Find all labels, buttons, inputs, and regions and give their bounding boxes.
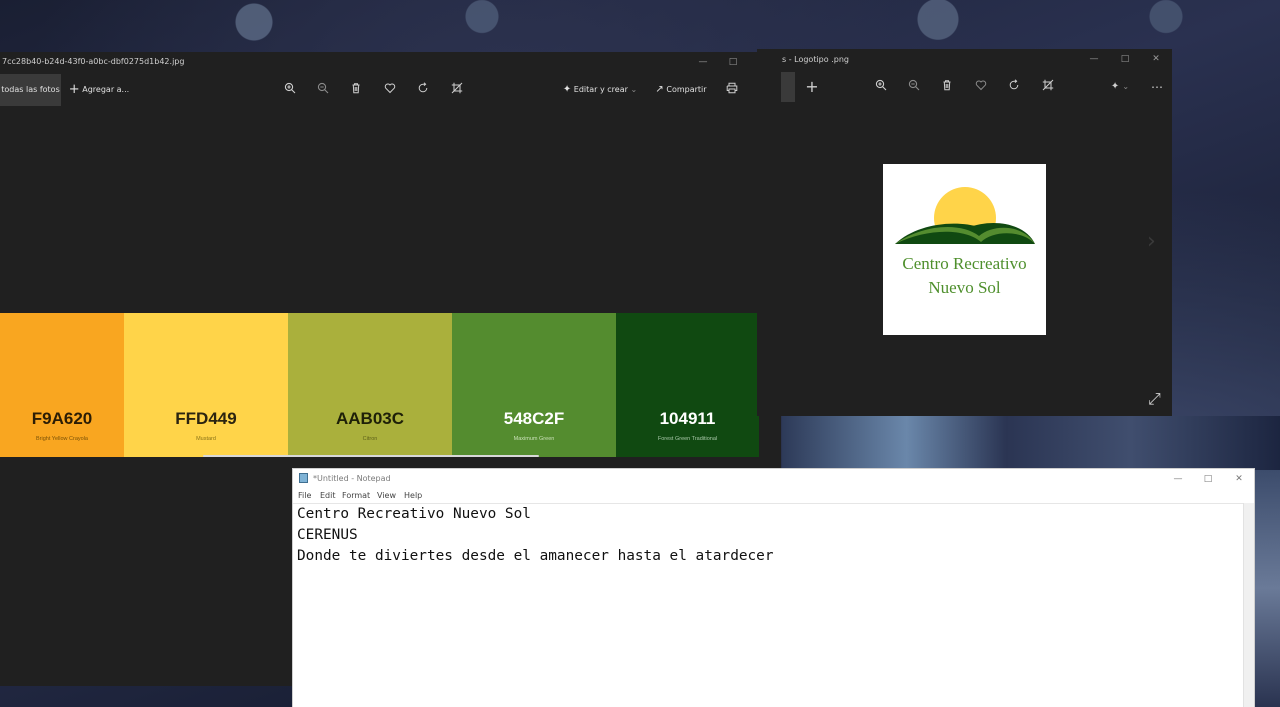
photos-toolbar: + ✦ ⌄ ⋯ [757,71,1172,103]
close-button[interactable]: ✕ [1141,49,1171,69]
swatch-2: FFD449 Mustard [124,313,288,457]
share-label: Compartir [666,85,707,94]
edit-create-label: Editar y crear [573,85,628,94]
text-line: CERENUS [297,527,358,543]
horizontal-scrollbar[interactable] [203,455,539,457]
expand-icon[interactable]: ⤢ [1148,389,1161,409]
trash-icon[interactable] [932,71,962,103]
crop-icon[interactable] [442,74,472,106]
swatch-3: AAB03C Citron [288,313,452,457]
menu-view[interactable]: View [377,491,396,500]
swatch-hex: FFD449 [175,409,237,428]
desktop-wallpaper-art [782,416,1280,471]
share-button[interactable]: ↗ Compartir [650,74,712,106]
swatch-name: Bright Yellow Crayola [36,436,88,442]
swatch-hex: AAB03C [335,409,405,428]
share-icon: ↗ [655,84,664,95]
menu-format[interactable]: Format [342,491,370,500]
logo-text-line2: Nuevo Sol [928,278,1001,297]
title-bar: s - Logotipo .png — □ ✕ [757,49,1172,69]
title-bar: *Untitled - Notepad — □ ✕ [293,469,1254,489]
maximize-button[interactable]: □ [718,52,748,72]
maximize-button[interactable]: □ [1193,469,1223,489]
close-button[interactable]: ✕ [1224,469,1254,489]
text-editor[interactable]: Centro Recreativo Nuevo Sol CERENUS Dond… [293,503,1244,707]
desktop-wallpaper-top [140,0,1280,55]
swatch-5: 104911 Forest Green Traditional [616,313,759,457]
swatch-hex: 548C2F [503,409,565,428]
zoom-in-icon[interactable] [275,74,305,106]
menu-bar: File Edit Format View Help [293,489,1254,503]
menu-file[interactable]: File [298,491,311,500]
window-title: s - Logotipo .png [782,55,849,64]
edit-create-icon: ✦ [562,84,572,95]
menu-edit[interactable]: Edit [320,491,336,500]
add-to-button[interactable]: + Agregar a... [68,74,130,106]
desktop-wallpaper-edge [1255,470,1280,707]
logo-text-line1: Centro Recreativo [902,254,1027,273]
zoom-out-icon[interactable] [899,71,929,103]
edit-create-icon[interactable]: ✦ ⌄ [1103,71,1137,103]
zoom-out-icon[interactable] [308,74,338,106]
add-to-label: Agregar a... [82,85,130,94]
logo-image: Centro Recreativo Nuevo Sol [883,164,1046,335]
plus-icon: + [68,82,80,97]
plus-icon[interactable]: + [797,71,827,103]
text-line: Centro Recreativo Nuevo Sol [297,506,531,522]
minimize-button[interactable]: — [688,52,718,72]
swatch-name: Maximum Green [513,436,555,442]
color-palette-image: F9A620 Bright Yellow Crayola FFD449 Must… [0,313,759,457]
heart-icon[interactable] [966,71,996,103]
swatch-1: F9A620 Bright Yellow Crayola [0,313,124,457]
swatch-name: Mustard [196,436,216,442]
text-line: Donde te diviertes desde el amanecer has… [297,548,774,564]
rotate-icon[interactable] [408,74,438,106]
trash-icon[interactable] [341,74,371,106]
chevron-down-icon: ⌄ [630,85,638,94]
maximize-button[interactable]: □ [1110,49,1140,69]
photos-window-logo[interactable]: s - Logotipo .png — □ ✕ + ✦ ⌄ ⋯ › Centro… [757,49,1172,416]
edit-create-button[interactable]: ✦ Editar y crear ⌄ [560,74,640,106]
menu-help[interactable]: Help [404,491,422,500]
swatch-4: 548C2F Maximum Green [452,313,616,457]
rotate-icon[interactable] [999,71,1029,103]
heart-icon[interactable] [375,74,405,106]
next-arrow-icon[interactable]: › [1147,229,1156,254]
swatch-hex: 104911 [659,409,716,428]
photos-toolbar: todas las fotos + Agregar a... ✦ Editar … [0,74,781,106]
all-photos-button[interactable]: todas las fotos [0,74,61,106]
zoom-in-icon[interactable] [866,71,896,103]
swatch-name: Citron [362,436,378,442]
title-bar: 7cc28b40-b24d-43f0-a0bc-dbf0275d1b42.jpg… [0,52,781,72]
notepad-window[interactable]: *Untitled - Notepad — □ ✕ File Edit Form… [292,468,1255,707]
notepad-icon [299,473,308,483]
minimize-button[interactable]: — [1079,49,1109,69]
window-title: *Untitled - Notepad [313,474,391,483]
swatch-hex: F9A620 [31,409,93,428]
minimize-button[interactable]: — [1163,469,1193,489]
vertical-scrollbar[interactable] [1243,503,1254,707]
print-icon[interactable] [717,74,747,106]
more-icon[interactable]: ⋯ [1142,71,1172,103]
window-title: 7cc28b40-b24d-43f0-a0bc-dbf0275d1b42.jpg [2,57,185,66]
swatch-name: Forest Green Traditional [657,436,718,442]
crop-icon[interactable] [1033,71,1063,103]
